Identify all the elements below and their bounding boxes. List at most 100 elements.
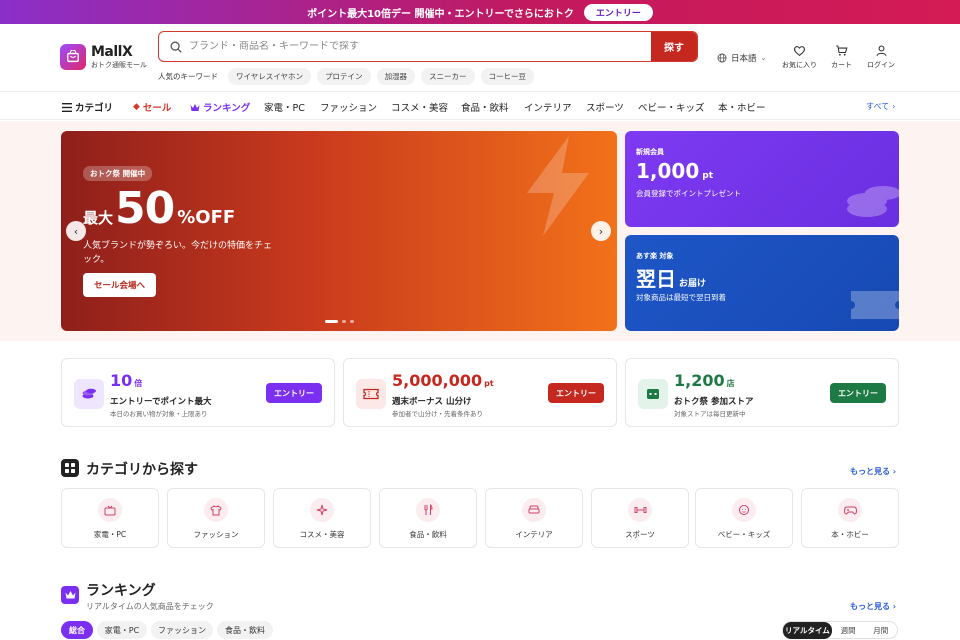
category-tile[interactable]: 家電・PC — [61, 488, 159, 548]
shirt-icon — [204, 498, 228, 522]
hero-pre: 最大 — [83, 209, 114, 227]
chevron-down-icon: ⌄ — [760, 54, 767, 62]
ranking-tab[interactable]: 食品・飲料 — [217, 621, 273, 639]
nav-item[interactable]: インテリア — [524, 100, 572, 114]
cart-button[interactable]: カート — [831, 44, 852, 70]
category-tile[interactable]: スポーツ — [591, 488, 689, 548]
hero-description: 人気ブランドが勢ぞろい。今だけの特価をチェック。 — [83, 241, 273, 265]
ranking-tab-active[interactable]: 総合 — [61, 621, 93, 639]
header: MallX おトク通販モール 探す 人気のキーワード ワイヤレスイヤホン プロテ… — [0, 24, 960, 91]
category-tile[interactable]: 本・ホビー — [801, 488, 899, 548]
category-label: ファッション — [193, 530, 239, 539]
nav-item[interactable]: 家電・PC — [264, 100, 305, 114]
hero-number: 50 — [115, 183, 175, 234]
ranking-tab[interactable]: ファッション — [151, 621, 213, 639]
ranking-title: ランキング — [86, 583, 156, 599]
categories-more-link[interactable]: もっと見る › — [850, 466, 896, 477]
nav-item[interactable]: 食品・飲料 — [461, 100, 509, 114]
category-tile[interactable]: ベビー・キッズ — [695, 488, 793, 548]
nav-item[interactable]: ファッション — [320, 100, 377, 114]
period-monthly[interactable]: 月間 — [864, 625, 897, 636]
search-input[interactable] — [183, 41, 651, 52]
nav-category-menu[interactable]: カテゴリ — [62, 100, 113, 114]
nav-all-link[interactable]: すべて › — [866, 101, 895, 112]
nav-ranking[interactable]: ランキング — [190, 100, 250, 114]
baby-icon — [732, 498, 756, 522]
side-banner-value: 翌日 お届け — [636, 267, 707, 291]
keyword-chip[interactable]: コーヒー豆 — [480, 68, 535, 85]
category-label: 食品・飲料 — [409, 530, 447, 539]
carousel-dot[interactable] — [342, 320, 346, 323]
nav-item[interactable]: ベビー・キッズ — [638, 100, 705, 114]
crown-icon — [61, 586, 79, 604]
tag-icon: ◆ — [133, 102, 140, 112]
keyword-chip[interactable]: 加湿器 — [376, 68, 416, 85]
campaign-entry-button[interactable]: エントリー — [830, 383, 886, 403]
promo-text: ポイント最大10倍デー 開催中・エントリーでさらにおトク — [307, 8, 574, 20]
hero-cta-button[interactable]: セール会場へ — [83, 273, 156, 297]
cart-label: カート — [831, 61, 852, 69]
hero-headline: 最大 50 %OFF — [83, 183, 235, 235]
search-bar: 探す — [158, 31, 698, 62]
heart-icon — [794, 46, 805, 57]
carousel-dot[interactable] — [325, 320, 338, 323]
favorites-button[interactable]: お気に入り — [782, 44, 817, 70]
carousel-dot[interactable] — [350, 320, 354, 323]
category-tile[interactable]: インテリア — [485, 488, 583, 548]
period-weekly[interactable]: 週間 — [832, 625, 865, 636]
campaign-card: 10 倍 エントリーでポイント最大 本日のお買い物が対象・上限あり エントリー — [61, 358, 335, 427]
nav-item[interactable]: コスメ・美容 — [391, 100, 448, 114]
language-selector[interactable]: 日本語 ⌄ — [717, 52, 766, 64]
login-button[interactable]: ログイン — [867, 44, 895, 70]
carousel-dots — [325, 320, 354, 323]
period-realtime[interactable]: リアルタイム — [783, 621, 832, 639]
campaign-value: 1,200 店 — [674, 371, 735, 390]
category-tile[interactable]: ファッション — [167, 488, 265, 548]
ranking-period-toggle: リアルタイム 週間 月間 — [782, 621, 898, 639]
keyword-chip[interactable]: プロテイン — [317, 68, 371, 85]
campaign-value: 10 倍 — [110, 371, 143, 390]
category-tile[interactable]: コスメ・美容 — [273, 488, 371, 548]
utensils-icon — [416, 498, 440, 522]
store-icon — [638, 379, 668, 409]
category-label: スポーツ — [625, 530, 655, 539]
campaign-sub: 本日のお買い物が対象・上限あり — [110, 410, 208, 418]
chevron-right-icon: › — [892, 467, 897, 476]
promo-entry-button[interactable]: エントリー — [583, 3, 653, 21]
nav-item[interactable]: 本・ホビー — [718, 100, 766, 114]
category-label: インテリア — [515, 530, 553, 539]
keyword-chip[interactable]: ワイヤレスイヤホン — [228, 68, 312, 85]
coins-icon — [74, 379, 104, 409]
dumbbell-icon — [628, 498, 652, 522]
nav-sale[interactable]: ◆ セール — [133, 100, 171, 114]
carousel-next-button[interactable]: › — [591, 221, 611, 241]
search-button[interactable]: 探す — [651, 32, 697, 61]
hero-badge: おトク祭 開催中 — [83, 166, 153, 181]
logo-icon[interactable] — [60, 44, 86, 70]
keyword-chip[interactable]: スニーカー — [421, 68, 475, 85]
campaign-entry-button[interactable]: エントリー — [548, 383, 604, 403]
nav-category-label: カテゴリ — [75, 103, 114, 114]
nav-sale-label: セール — [142, 103, 172, 114]
ticket-icon — [851, 291, 899, 319]
crown-icon — [190, 103, 200, 111]
campaign-title: おトク祭 参加ストア — [674, 397, 754, 407]
gamepad-icon — [838, 498, 862, 522]
campaign-entry-button[interactable]: エントリー — [266, 383, 322, 403]
ranking-more-link[interactable]: もっと見る › — [850, 601, 896, 612]
carousel-prev-button[interactable]: ‹ — [66, 221, 86, 241]
side-banner-new-member[interactable]: 新規会員 1,000 pt 会員登録でポイントプレゼント — [625, 131, 899, 227]
ranking-tab[interactable]: 家電・PC — [97, 621, 147, 639]
campaign-title: 週末ボーナス 山分け — [392, 397, 472, 407]
coins-icon — [847, 186, 899, 217]
logo-name[interactable]: MallX — [91, 44, 133, 60]
language-label: 日本語 — [731, 54, 757, 64]
popular-keywords: 人気のキーワード ワイヤレスイヤホン プロテイン 加湿器 スニーカー コーヒー豆 — [158, 68, 535, 85]
categories-title: カテゴリから探す — [86, 462, 198, 478]
campaign-sub: 対象ストアは毎日更新中 — [674, 410, 746, 418]
nav-item[interactable]: スポーツ — [586, 100, 624, 114]
favorites-label: お気に入り — [782, 61, 817, 69]
hero-banner[interactable]: おトク祭 開催中 最大 50 %OFF 人気ブランドが勢ぞろい。今だけの特価をチ… — [61, 131, 617, 331]
side-banner-next-day[interactable]: あす楽 対象 翌日 お届け 対象商品は最短で翌日到着 — [625, 235, 899, 331]
category-tile[interactable]: 食品・飲料 — [379, 488, 477, 548]
